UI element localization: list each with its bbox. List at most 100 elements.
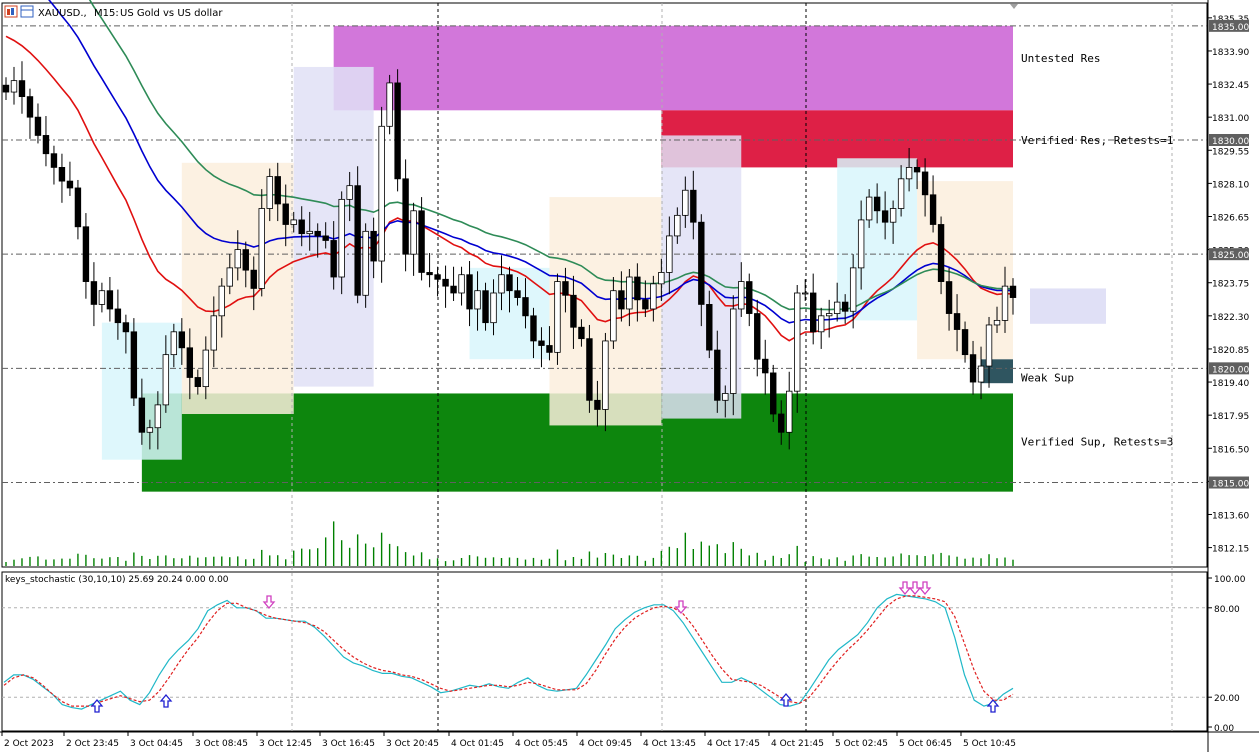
chart-header: XAUUSD., M15: US Gold vs US dollar [4, 5, 223, 19]
candle-body [402, 178, 409, 255]
candle-body [650, 283, 657, 310]
candle-body [466, 274, 473, 310]
candle-body [378, 125, 385, 262]
sr-zone[interactable] [981, 359, 1013, 384]
price-tick-label: 1826.65 [1212, 213, 1249, 223]
candle-body [546, 345, 553, 353]
candle-body [825, 313, 833, 317]
candle-body [754, 313, 761, 360]
candle-body [218, 285, 225, 317]
candle-body [474, 290, 481, 310]
candle-body [242, 249, 249, 271]
candle-body [562, 281, 569, 296]
candle-body [746, 281, 753, 314]
projection-box [1030, 288, 1106, 324]
zone-label: Verified Sup, Retests=3 [1021, 435, 1173, 448]
stoch-tick-label: 100.00 [1214, 575, 1246, 585]
price-tick-label: 1819.40 [1212, 379, 1249, 389]
candle-body [522, 297, 529, 317]
chart-type-icon-bar [11, 8, 14, 15]
price-highlight-label: 1820.00 [1212, 365, 1249, 375]
candle-body [570, 294, 577, 328]
candle-body [50, 153, 58, 168]
candle-body [370, 230, 377, 262]
candle-body [626, 276, 633, 310]
candle-body [410, 210, 417, 255]
candle-body [450, 285, 457, 294]
candle-body [937, 224, 945, 282]
candle-body [1001, 285, 1009, 321]
candle-body [290, 219, 297, 225]
candle-body [530, 315, 537, 342]
window-icon[interactable] [20, 5, 34, 18]
timeframe-label: M15: [94, 8, 119, 19]
candle-body [865, 196, 873, 221]
price-tick-label: 1816.50 [1212, 445, 1249, 455]
candle-body [578, 326, 585, 340]
time-tick-label: 3 Oct 08:45 [195, 739, 248, 749]
candle-body [314, 230, 321, 237]
candle-body [482, 290, 489, 324]
price-highlight-label: 1835.00 [1212, 23, 1249, 33]
candle-body [841, 301, 849, 312]
candle-body [442, 278, 449, 287]
sr-zone[interactable] [333, 25, 1014, 111]
time-tick-label: 4 Oct 17:45 [707, 739, 760, 749]
candle-body [658, 272, 665, 285]
candle-body [306, 230, 313, 235]
trading-chart-window[interactable]: Untested Res Verified Res, Retests=1 Verif… [0, 0, 1259, 752]
time-tick-label: 4 Oct 01:45 [451, 739, 504, 749]
candle-body [298, 219, 305, 235]
candle-body [905, 167, 913, 180]
candle-body [34, 116, 42, 136]
candle-body [642, 299, 649, 310]
candle-body [833, 301, 841, 314]
candle-body [506, 274, 513, 292]
candle-body [354, 185, 361, 296]
candle-body [969, 354, 977, 383]
candle-body [434, 274, 441, 280]
candle-body [106, 290, 114, 310]
time-tick-label: 4 Oct 05:45 [515, 739, 568, 749]
price-tick-label: 1820.85 [1212, 346, 1249, 356]
price-tick-label: 1831.00 [1212, 114, 1249, 124]
stoch-tick-label: 0.00 [1214, 724, 1234, 734]
candle-body [394, 82, 401, 180]
price-tick-label: 1833.90 [1212, 48, 1249, 58]
candle-body [178, 331, 186, 349]
candle-body [698, 221, 705, 305]
candle-body [682, 189, 689, 216]
candle-body [26, 96, 34, 118]
price-tick-label: 1832.45 [1212, 81, 1249, 91]
candle-body [74, 187, 82, 228]
candle-body [170, 331, 178, 356]
candle-body [186, 347, 194, 378]
candle-body [977, 365, 985, 383]
price-tick-label: 1828.10 [1212, 180, 1249, 190]
candle-body [738, 281, 745, 310]
candle-body [98, 290, 106, 305]
time-tick-label: 3 Oct 16:45 [322, 739, 375, 749]
time-tick-label: 5 Oct 06:45 [899, 739, 952, 749]
price-highlight-label: 1815.00 [1212, 480, 1249, 490]
candle-body [322, 235, 329, 241]
candle-body [418, 210, 425, 273]
candle-body [386, 82, 393, 127]
candle-body [362, 230, 369, 296]
candle-body [786, 390, 793, 433]
candle-body [330, 240, 337, 278]
price-tick-label: 1813.60 [1212, 511, 1249, 521]
candle-body [1009, 285, 1017, 298]
stoch-tick-label: 20.00 [1214, 694, 1240, 704]
candle-body [154, 404, 162, 429]
candle-body [210, 315, 217, 351]
candle-body [554, 281, 561, 353]
time-tick-label: 2 Oct 23:45 [66, 739, 119, 749]
candle-body [586, 338, 593, 401]
time-tick-label: 3 Oct 20:45 [386, 739, 439, 749]
chart-svg[interactable]: Untested Res Verified Res, Retests=1 Verif… [0, 0, 1259, 752]
candle-body [802, 292, 809, 295]
chart-type-icon-bar [7, 9, 10, 15]
candle-body [762, 358, 769, 374]
stochastic-plot-area[interactable] [1, 571, 1208, 732]
